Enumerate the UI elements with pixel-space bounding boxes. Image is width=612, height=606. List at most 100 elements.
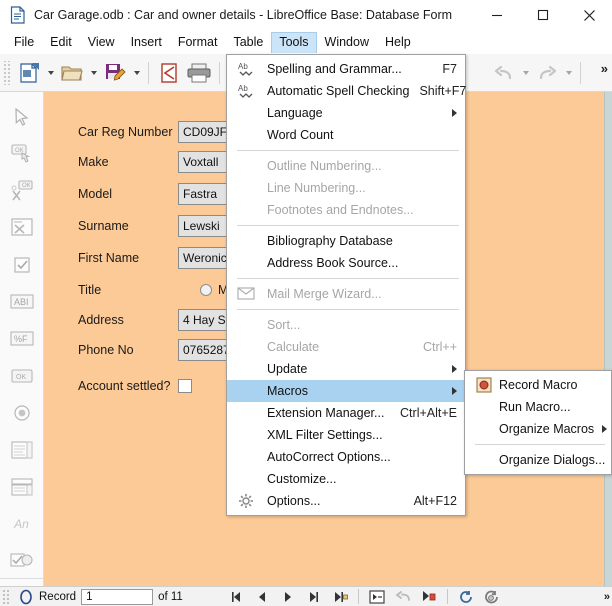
title-bar: Car Garage.odb : Car and owner details -… [0, 0, 612, 30]
menubar-item-table[interactable]: Table [225, 32, 271, 53]
last-record-button[interactable] [301, 588, 327, 606]
toolbar-overflow-button[interactable]: » [601, 61, 608, 76]
undo-button[interactable] [489, 58, 519, 88]
menu-item-spelling-and-grammar[interactable]: Ab Spelling and Grammar... F7 [227, 58, 465, 80]
menu-item-organize-dialogs[interactable]: Organize Dialogs... [465, 449, 611, 471]
menu-item-update[interactable]: Update [227, 358, 465, 380]
navbar-overflow-button[interactable]: » [604, 591, 610, 603]
menu-item-record-macro[interactable]: Record Macro [465, 374, 611, 396]
tools-dropdown-menu: Ab Spelling and Grammar... F7 Ab Automatic S… [226, 54, 466, 516]
ok-button-icon[interactable]: OK [7, 361, 37, 391]
maximize-button[interactable] [520, 0, 566, 30]
group-box-icon[interactable] [7, 546, 37, 576]
option-button-icon[interactable] [7, 398, 37, 428]
menubar-item-view[interactable]: View [80, 32, 123, 53]
vertical-scrollbar[interactable] [604, 92, 612, 586]
label-field-icon[interactable]: ABI [7, 287, 37, 317]
menu-item-run-macro[interactable]: Run Macro... [465, 396, 611, 418]
envelope-icon [237, 285, 255, 303]
svg-text:OK: OK [22, 183, 31, 189]
next-record-button[interactable] [275, 588, 301, 606]
submenu-arrow-icon [602, 425, 608, 433]
menu-item-word-count[interactable]: Word Count [227, 124, 465, 146]
new-document-button[interactable] [14, 58, 44, 88]
minimize-button[interactable] [474, 0, 520, 30]
menu-item-automatic-spell-checking[interactable]: Ab Automatic Spell Checking Shift+F7 [227, 80, 466, 102]
menu-item-xml-filter-settings[interactable]: XML Filter Settings... [227, 424, 465, 446]
navbar-grip[interactable] [2, 588, 9, 605]
menubar-item-tools[interactable]: Tools [271, 31, 317, 53]
checkbox-account-settled[interactable] [178, 379, 192, 393]
previous-record-button[interactable] [249, 588, 275, 606]
menu-item-extension-manager[interactable]: Extension Manager... Ctrl+Alt+E [227, 402, 465, 424]
record-number-input[interactable]: 1 [81, 588, 154, 605]
field-label-account-settled: Account settled? [78, 379, 171, 393]
radio-button-icon[interactable] [200, 284, 212, 296]
menubar-item-file[interactable]: File [6, 32, 42, 53]
menu-item-autocorrect-options[interactable]: AutoCorrect Options... [227, 446, 465, 468]
menubar-item-help[interactable]: Help [377, 32, 419, 53]
menu-item-label: AutoCorrect Options... [267, 450, 391, 464]
menu-item-customize[interactable]: Customize... [227, 468, 465, 490]
redo-button[interactable] [532, 58, 562, 88]
menubar-item-format[interactable]: Format [170, 32, 226, 53]
print-button[interactable] [184, 58, 214, 88]
document-icon [10, 6, 26, 24]
formatted-field-icon[interactable]: %F [7, 324, 37, 354]
field-label-title: Title [78, 283, 102, 297]
check-box-icon[interactable] [7, 250, 37, 280]
menu-item-label: Sort... [267, 318, 301, 332]
undo-dropdown[interactable] [519, 58, 532, 88]
combo-box-icon[interactable] [7, 472, 37, 502]
field-label-surname: Surname [78, 219, 129, 233]
save-button[interactable] [100, 58, 130, 88]
cursor-arrow-icon[interactable] [7, 102, 37, 132]
redo-dropdown[interactable] [562, 58, 575, 88]
control-wizard-icon[interactable] [7, 213, 37, 243]
export-pdf-button[interactable] [154, 58, 184, 88]
menubar-item-insert[interactable]: Insert [123, 32, 170, 53]
refresh-button[interactable] [453, 588, 479, 606]
push-button-icon[interactable]: OK [7, 139, 37, 169]
toolbar-grip[interactable] [2, 60, 11, 85]
menu-item-macros[interactable]: Macros [227, 380, 465, 402]
menu-item-options[interactable]: Options... Alt+F12 [227, 490, 465, 512]
absolute-record-icon [13, 588, 39, 606]
menubar-item-window[interactable]: Window [317, 32, 377, 53]
svg-text:ABI: ABI [14, 297, 29, 307]
navbar-separator-2 [446, 589, 448, 604]
undo-entry-button[interactable] [390, 588, 416, 606]
navbar-separator [357, 589, 359, 604]
field-label-phone-no: Phone No [78, 343, 134, 357]
menu-item-label: Extension Manager... [267, 406, 385, 420]
new-document-dropdown[interactable] [44, 58, 57, 88]
save-dropdown[interactable] [130, 58, 143, 88]
open-dropdown[interactable] [87, 58, 100, 88]
menu-item-label: XML Filter Settings... [267, 428, 383, 442]
form-design-icon[interactable]: OK [7, 176, 37, 206]
menu-item-language[interactable]: Language [227, 102, 465, 124]
menubar-item-label: Tools [279, 34, 309, 49]
window-controls [474, 0, 612, 30]
save-record-button[interactable] [364, 588, 390, 606]
toolbar-separator-2 [219, 61, 220, 84]
delete-record-button[interactable] [416, 588, 442, 606]
refresh-controls-button[interactable] [479, 588, 505, 606]
field-row: Make Voxtall [78, 150, 240, 174]
menu-item-organize-macros[interactable]: Organize Macros [465, 418, 611, 440]
list-box-icon[interactable] [7, 435, 37, 465]
svg-text:OK: OK [16, 374, 26, 381]
menu-separator [237, 278, 459, 279]
close-button[interactable] [566, 0, 612, 30]
menu-item-label: Line Numbering... [267, 181, 366, 195]
gear-icon [237, 492, 255, 510]
menubar-item-edit[interactable]: Edit [42, 32, 80, 53]
new-record-button[interactable] [327, 588, 353, 606]
open-button[interactable] [57, 58, 87, 88]
menu-item-label: Language [267, 106, 323, 120]
text-box-an-icon[interactable]: An [7, 509, 37, 539]
menu-item-address-book-source[interactable]: Address Book Source... [227, 252, 465, 274]
first-record-button[interactable] [223, 588, 249, 606]
menu-item-bibliography-database[interactable]: Bibliography Database [227, 230, 465, 252]
field-row: First Name Weronica [78, 246, 240, 270]
